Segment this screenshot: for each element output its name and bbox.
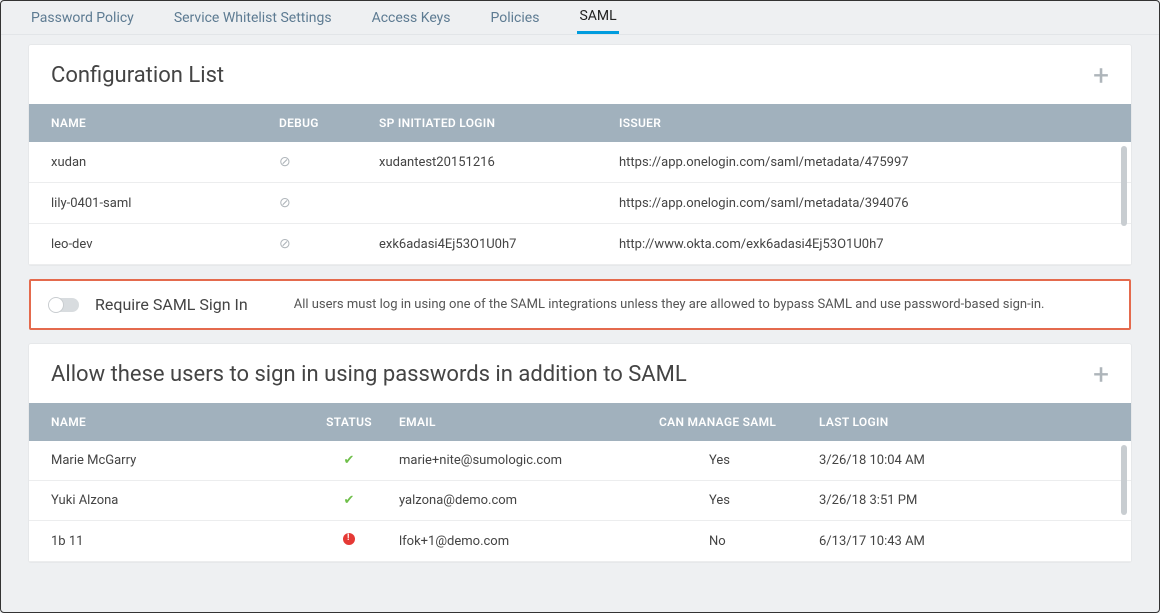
table-header-row: NAME DEBUG SP INITIATED LOGIN ISSUER (29, 104, 1131, 142)
tab-service-whitelist[interactable]: Service Whitelist Settings (172, 10, 334, 34)
col-name[interactable]: NAME (29, 104, 269, 142)
col-last-login[interactable]: LAST LOGIN (809, 403, 1131, 441)
config-issuer: http://www.okta.com/exk6adasi4Ej53O1U0h7 (609, 224, 1131, 265)
configuration-list-title: Configuration List (51, 63, 224, 88)
check-icon: ✔ (344, 493, 355, 508)
table-row[interactable]: xudan ⊘ xudantest20151216 https://app.on… (29, 142, 1131, 183)
add-bypass-user-icon[interactable]: + (1093, 365, 1109, 385)
table-row[interactable]: lily-0401-saml ⊘ https://app.onelogin.co… (29, 183, 1131, 224)
bypass-users-table-wrap: NAME STATUS EMAIL CAN MANAGE SAML LAST L… (29, 403, 1131, 562)
disabled-icon: ⊘ (279, 195, 291, 211)
table-row[interactable]: Marie McGarry ✔ marie+nite@sumologic.com… (29, 441, 1131, 481)
bypass-users-title: Allow these users to sign in using passw… (51, 362, 687, 387)
col-email[interactable]: EMAIL (389, 403, 649, 441)
user-last-login: 3/26/18 3:51 PM (809, 481, 1131, 521)
col-can-manage[interactable]: CAN MANAGE SAML (649, 403, 809, 441)
disabled-icon: ⊘ (279, 236, 291, 252)
tab-access-keys[interactable]: Access Keys (370, 10, 453, 34)
page-container: Password Policy Service Whitelist Settin… (0, 0, 1160, 613)
user-can-manage: Yes (649, 441, 809, 481)
require-saml-description: All users must log in using one of the S… (294, 297, 1045, 312)
alert-icon (343, 533, 355, 545)
tab-policies[interactable]: Policies (489, 10, 542, 34)
config-issuer: https://app.onelogin.com/saml/metadata/3… (609, 183, 1131, 224)
user-status: ✔ (309, 441, 389, 481)
user-name: 1b 11 (29, 521, 309, 562)
scrollbar[interactable] (1121, 445, 1127, 515)
col-status[interactable]: STATUS (309, 403, 389, 441)
config-name: lily-0401-saml (29, 183, 269, 224)
user-can-manage: No (649, 521, 809, 562)
disabled-icon: ⊘ (279, 154, 291, 170)
table-row[interactable]: leo-dev ⊘ exk6adasi4Ej53O1U0h7 http://ww… (29, 224, 1131, 265)
config-issuer: https://app.onelogin.com/saml/metadata/4… (609, 142, 1131, 183)
user-status (309, 521, 389, 562)
config-debug: ⊘ (269, 142, 369, 183)
config-name: xudan (29, 142, 269, 183)
config-debug: ⊘ (269, 183, 369, 224)
tab-saml[interactable]: SAML (577, 8, 618, 34)
user-email: lfok+1@demo.com (389, 521, 649, 562)
config-sp: xudantest20151216 (369, 142, 609, 183)
config-name: leo-dev (29, 224, 269, 265)
user-email: marie+nite@sumologic.com (389, 441, 649, 481)
require-saml-label: Require SAML Sign In (95, 295, 248, 314)
bypass-users-card: Allow these users to sign in using passw… (29, 344, 1131, 562)
check-icon: ✔ (344, 453, 355, 468)
configuration-table-wrap: NAME DEBUG SP INITIATED LOGIN ISSUER xud… (29, 104, 1131, 265)
user-name: Yuki Alzona (29, 481, 309, 521)
user-status: ✔ (309, 481, 389, 521)
configuration-table: NAME DEBUG SP INITIATED LOGIN ISSUER xud… (29, 104, 1131, 265)
configuration-list-card: Configuration List + NAME DEBUG SP INITI… (29, 45, 1131, 265)
col-issuer[interactable]: ISSUER (609, 104, 1131, 142)
col-name[interactable]: NAME (29, 403, 309, 441)
col-debug[interactable]: DEBUG (269, 104, 369, 142)
table-row[interactable]: 1b 11 lfok+1@demo.com No 6/13/17 10:43 A… (29, 521, 1131, 562)
require-saml-panel: Require SAML Sign In All users must log … (29, 279, 1131, 330)
toggle-knob (48, 297, 64, 313)
table-header-row: NAME STATUS EMAIL CAN MANAGE SAML LAST L… (29, 403, 1131, 441)
bypass-users-header: Allow these users to sign in using passw… (29, 344, 1131, 403)
config-sp (369, 183, 609, 224)
user-email: yalzona@demo.com (389, 481, 649, 521)
require-saml-toggle[interactable] (49, 298, 79, 312)
user-last-login: 6/13/17 10:43 AM (809, 521, 1131, 562)
table-row[interactable]: Yuki Alzona ✔ yalzona@demo.com Yes 3/26/… (29, 481, 1131, 521)
tab-bar: Password Policy Service Whitelist Settin… (1, 1, 1159, 35)
user-can-manage: Yes (649, 481, 809, 521)
configuration-list-header: Configuration List + (29, 45, 1131, 104)
user-name: Marie McGarry (29, 441, 309, 481)
bypass-users-table: NAME STATUS EMAIL CAN MANAGE SAML LAST L… (29, 403, 1131, 562)
user-last-login: 3/26/18 10:04 AM (809, 441, 1131, 481)
scrollbar[interactable] (1121, 146, 1127, 226)
config-sp: exk6adasi4Ej53O1U0h7 (369, 224, 609, 265)
tab-password-policy[interactable]: Password Policy (29, 10, 136, 34)
add-configuration-icon[interactable]: + (1093, 66, 1109, 86)
col-sp-initiated[interactable]: SP INITIATED LOGIN (369, 104, 609, 142)
config-debug: ⊘ (269, 224, 369, 265)
